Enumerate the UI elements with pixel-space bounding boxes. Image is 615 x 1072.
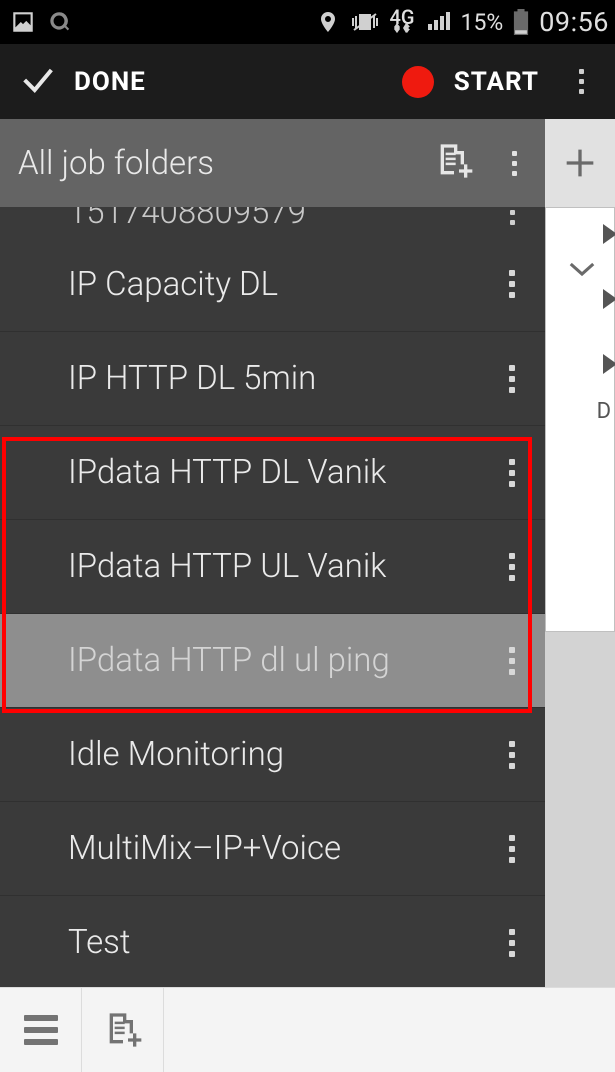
play-icon[interactable] bbox=[603, 354, 615, 374]
chevron-down-icon[interactable] bbox=[567, 259, 597, 283]
start-button[interactable]: START bbox=[402, 66, 539, 98]
action-bar: DONE START bbox=[0, 44, 615, 119]
play-icon[interactable] bbox=[603, 224, 615, 244]
location-icon bbox=[316, 10, 340, 34]
list-item[interactable]: IP Capacity DL bbox=[0, 237, 545, 331]
more-vert-icon bbox=[579, 69, 584, 94]
right-side-strip: D bbox=[545, 119, 615, 987]
done-label: DONE bbox=[74, 67, 146, 97]
list-item[interactable]: IPdata HTTP UL Vanik bbox=[0, 519, 545, 613]
job-label: IPdata HTTP UL Vanik bbox=[68, 547, 386, 586]
row-overflow-button[interactable] bbox=[509, 270, 545, 298]
list-item[interactable]: MultiMix–IP+Voice bbox=[0, 801, 545, 895]
more-vert-icon bbox=[512, 151, 517, 176]
new-folder-button[interactable] bbox=[434, 141, 474, 185]
row-overflow-button[interactable] bbox=[509, 929, 545, 957]
panel-header: All job folders bbox=[0, 119, 545, 207]
main-surface: 1517408809579 All job folders IP Capacit… bbox=[0, 119, 615, 987]
more-vert-icon bbox=[509, 647, 515, 675]
row-overflow-button[interactable] bbox=[509, 835, 545, 863]
list-item[interactable]: IP HTTP DL 5min bbox=[0, 331, 545, 425]
more-vert-icon bbox=[509, 553, 515, 581]
more-vert-icon bbox=[509, 835, 515, 863]
status-bar: 4G 15% 09:56 bbox=[0, 0, 615, 44]
footer-bar bbox=[0, 987, 615, 1072]
more-vert-icon bbox=[509, 270, 515, 298]
new-file-button[interactable] bbox=[82, 988, 164, 1072]
overflow-menu-button[interactable] bbox=[559, 60, 603, 104]
job-label: IPdata HTTP DL Vanik bbox=[68, 453, 386, 492]
done-button[interactable]: DONE bbox=[0, 60, 146, 104]
list-item[interactable]: Test bbox=[0, 895, 545, 987]
more-vert-icon bbox=[509, 459, 515, 487]
side-letter: D bbox=[597, 399, 611, 424]
battery-icon bbox=[513, 9, 529, 35]
job-label: IPdata HTTP dl ul ping bbox=[68, 641, 390, 680]
picture-icon bbox=[10, 9, 36, 35]
list-item[interactable]: IPdata HTTP dl ul ping bbox=[0, 613, 545, 707]
more-vert-icon bbox=[509, 929, 515, 957]
job-label: IP Capacity DL bbox=[68, 265, 278, 304]
row-overflow-button[interactable] bbox=[509, 647, 545, 675]
hamburger-icon bbox=[24, 1015, 58, 1045]
panel-title: All job folders bbox=[18, 144, 214, 183]
panel-overflow-button[interactable] bbox=[512, 151, 517, 176]
signal-icon bbox=[425, 10, 451, 34]
clock-label: 09:56 bbox=[539, 6, 609, 38]
job-label: MultiMix–IP+Voice bbox=[68, 829, 341, 868]
battery-percent: 15% bbox=[461, 9, 504, 36]
check-icon bbox=[18, 60, 58, 104]
job-folder-panel: 1517408809579 All job folders IP Capacit… bbox=[0, 119, 545, 987]
row-overflow-button[interactable] bbox=[509, 553, 545, 581]
list-item[interactable]: Idle Monitoring bbox=[0, 707, 545, 801]
row-overflow-button[interactable] bbox=[509, 459, 545, 487]
network-type-label: 4G bbox=[390, 12, 415, 33]
job-label: Test bbox=[68, 923, 131, 962]
job-list[interactable]: IP Capacity DL IP HTTP DL 5min IPdata HTTP… bbox=[0, 237, 545, 987]
row-overflow-button[interactable] bbox=[509, 365, 545, 393]
vibrate-icon bbox=[350, 10, 380, 34]
more-vert-icon bbox=[509, 365, 515, 393]
q-icon bbox=[46, 9, 72, 35]
row-overflow-button[interactable] bbox=[509, 741, 545, 769]
menu-button[interactable] bbox=[0, 988, 82, 1072]
play-icon[interactable] bbox=[603, 289, 615, 309]
more-vert-icon bbox=[509, 741, 515, 769]
record-icon bbox=[402, 66, 434, 98]
job-label: Idle Monitoring bbox=[68, 735, 284, 774]
list-item[interactable]: IPdata HTTP DL Vanik bbox=[0, 425, 545, 519]
start-label: START bbox=[454, 67, 539, 97]
job-label: IP HTTP DL 5min bbox=[68, 359, 316, 398]
add-button[interactable] bbox=[545, 119, 615, 207]
